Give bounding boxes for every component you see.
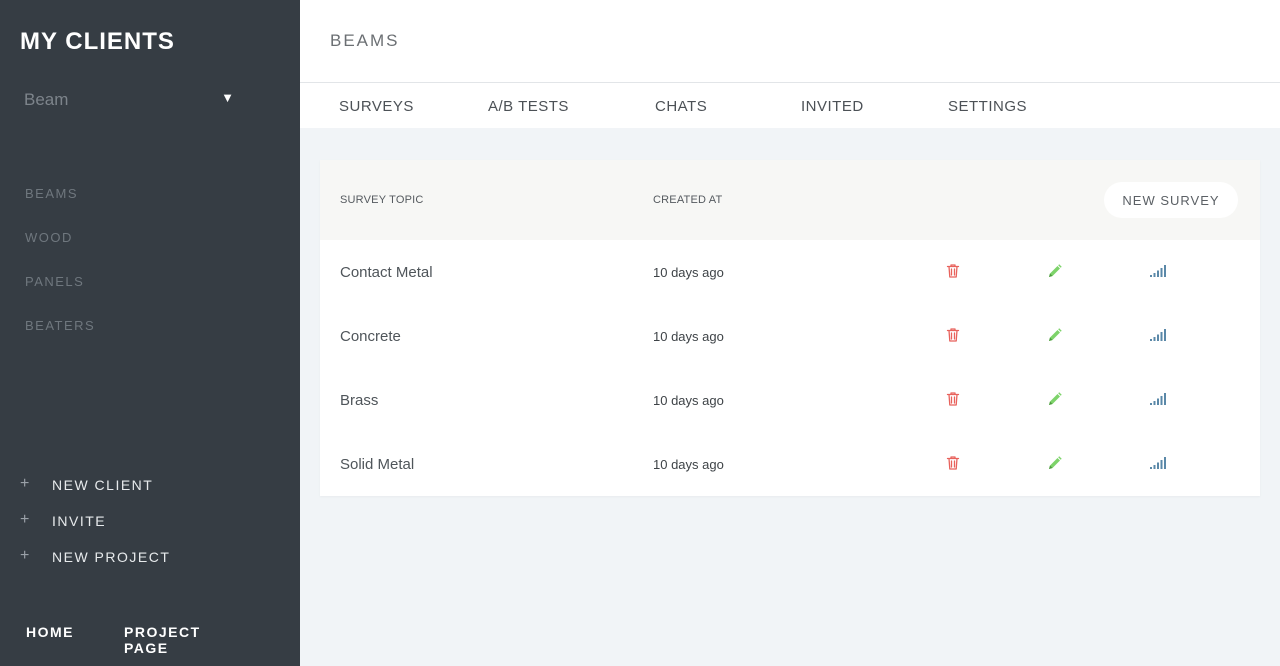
created-at: 10 days ago	[653, 457, 724, 472]
invite-button[interactable]: + INVITE	[20, 512, 170, 548]
table-row: Concrete 10 days ago	[320, 304, 1260, 368]
sidebar-item-beaters[interactable]: BEATERS	[25, 318, 95, 362]
sidebar: MY CLIENTS Beam ▼ BEAMS WOOD PANELS BEAT…	[0, 0, 300, 666]
plus-icon: +	[20, 547, 30, 564]
sidebar-item-panels[interactable]: PANELS	[25, 274, 95, 318]
tab-surveys[interactable]: SURVEYS	[339, 98, 414, 115]
signal-bars-icon[interactable]	[1149, 390, 1167, 408]
new-survey-button[interactable]: NEW SURVEY	[1104, 182, 1238, 218]
trash-icon[interactable]	[944, 390, 962, 408]
chevron-down-icon: ▼	[221, 90, 234, 105]
survey-topic: Brass	[340, 392, 379, 409]
pencil-icon[interactable]	[1046, 390, 1064, 408]
new-client-button[interactable]: + NEW CLIENT	[20, 476, 170, 512]
signal-bars-icon[interactable]	[1149, 262, 1167, 280]
survey-topic: Solid Metal	[340, 456, 415, 473]
created-at: 10 days ago	[653, 329, 724, 344]
signal-bars-icon[interactable]	[1149, 454, 1167, 472]
sidebar-item-wood[interactable]: WOOD	[25, 230, 95, 274]
column-header-topic: SURVEY TOPIC	[340, 194, 424, 206]
tab-settings[interactable]: SETTINGS	[948, 98, 1027, 115]
pencil-icon[interactable]	[1046, 262, 1064, 280]
project-page-link[interactable]: PROJECT PAGE	[124, 624, 250, 656]
column-header-created: CREATED AT	[653, 194, 723, 206]
tab-ab-tests[interactable]: A/B TESTS	[488, 98, 569, 115]
created-at: 10 days ago	[653, 265, 724, 280]
client-dropdown-value: Beam	[24, 90, 69, 109]
client-dropdown[interactable]: Beam ▼	[24, 88, 236, 114]
signal-bars-icon[interactable]	[1149, 326, 1167, 344]
bottom-nav: HOME PROJECT PAGE	[26, 624, 300, 656]
header: BEAMS	[300, 0, 1280, 83]
invite-label: INVITE	[52, 513, 107, 529]
new-project-button[interactable]: + NEW PROJECT	[20, 548, 170, 584]
sidebar-actions: + NEW CLIENT + INVITE + NEW PROJECT	[20, 476, 170, 584]
survey-topic: Concrete	[340, 328, 401, 345]
tab-invited[interactable]: INVITED	[801, 98, 864, 115]
survey-topic: Contact Metal	[340, 264, 433, 281]
app-title: MY CLIENTS	[20, 28, 175, 55]
trash-icon[interactable]	[944, 454, 962, 472]
new-project-label: NEW PROJECT	[52, 549, 171, 565]
table-header: SURVEY TOPIC CREATED AT NEW SURVEY	[320, 160, 1260, 240]
plus-icon: +	[20, 511, 30, 528]
trash-icon[interactable]	[944, 262, 962, 280]
sidebar-item-beams[interactable]: BEAMS	[25, 186, 95, 230]
project-list: BEAMS WOOD PANELS BEATERS	[25, 186, 95, 362]
pencil-icon[interactable]	[1046, 454, 1064, 472]
trash-icon[interactable]	[944, 326, 962, 344]
survey-table: SURVEY TOPIC CREATED AT NEW SURVEY Conta…	[320, 160, 1260, 496]
new-client-label: NEW CLIENT	[52, 477, 154, 493]
tab-chats[interactable]: CHATS	[655, 98, 707, 115]
table-row: Contact Metal 10 days ago	[320, 240, 1260, 304]
pencil-icon[interactable]	[1046, 326, 1064, 344]
created-at: 10 days ago	[653, 393, 724, 408]
table-row: Solid Metal 10 days ago	[320, 432, 1260, 496]
table-row: Brass 10 days ago	[320, 368, 1260, 432]
plus-icon: +	[20, 475, 30, 492]
home-link[interactable]: HOME	[26, 624, 74, 656]
page-title: BEAMS	[330, 31, 400, 50]
tab-bar: SURVEYS A/B TESTS CHATS INVITED SETTINGS	[300, 83, 1280, 128]
